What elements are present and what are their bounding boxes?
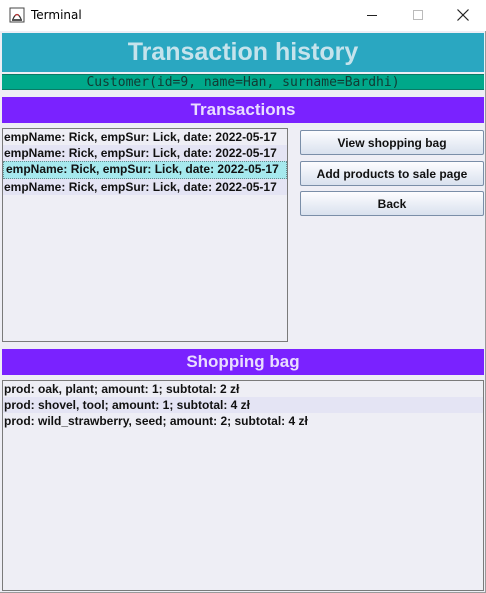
- transaction-row[interactable]: empName: Rick, empSur: Lick, date: 2022-…: [3, 145, 287, 161]
- terminal-window: Terminal Transaction history Customer(id…: [0, 0, 486, 593]
- close-icon: [457, 6, 469, 25]
- page-title: Transaction history: [2, 33, 484, 72]
- customer-info: Customer(id=9, name=Han, surname=Bardhi): [2, 74, 484, 90]
- shopping-bag-list[interactable]: prod: oak, plant; amount: 1; subtotal: 2…: [2, 380, 484, 591]
- maximize-button[interactable]: [395, 0, 441, 31]
- shopping-bag-item[interactable]: prod: wild_strawberry, seed; amount: 2; …: [3, 413, 483, 429]
- minimize-icon: [366, 6, 378, 25]
- minimize-button[interactable]: [349, 0, 395, 31]
- transaction-row[interactable]: empName: Rick, empSur: Lick, date: 2022-…: [3, 129, 287, 145]
- transactions-list[interactable]: empName: Rick, empSur: Lick, date: 2022-…: [2, 128, 288, 342]
- shopping-bag-header: Shopping bag: [2, 349, 484, 375]
- view-shopping-bag-button[interactable]: View shopping bag: [300, 130, 484, 155]
- window-title: Terminal: [31, 8, 82, 22]
- maximize-icon: [412, 6, 424, 25]
- add-products-button[interactable]: Add products to sale page: [300, 161, 484, 186]
- java-app-icon: [9, 7, 25, 23]
- transaction-row-selected[interactable]: empName: Rick, empSur: Lick, date: 2022-…: [3, 161, 287, 179]
- title-bar[interactable]: Terminal: [0, 0, 486, 31]
- main-content: Transaction history Customer(id=9, name=…: [2, 31, 484, 591]
- shopping-bag-item[interactable]: prod: shovel, tool; amount: 1; subtotal:…: [3, 397, 483, 413]
- back-button[interactable]: Back: [300, 191, 484, 216]
- transaction-row[interactable]: empName: Rick, empSur: Lick, date: 2022-…: [3, 179, 287, 195]
- shopping-bag-item[interactable]: prod: oak, plant; amount: 1; subtotal: 2…: [3, 381, 483, 397]
- transactions-header: Transactions: [2, 97, 484, 123]
- close-button[interactable]: [440, 0, 486, 31]
